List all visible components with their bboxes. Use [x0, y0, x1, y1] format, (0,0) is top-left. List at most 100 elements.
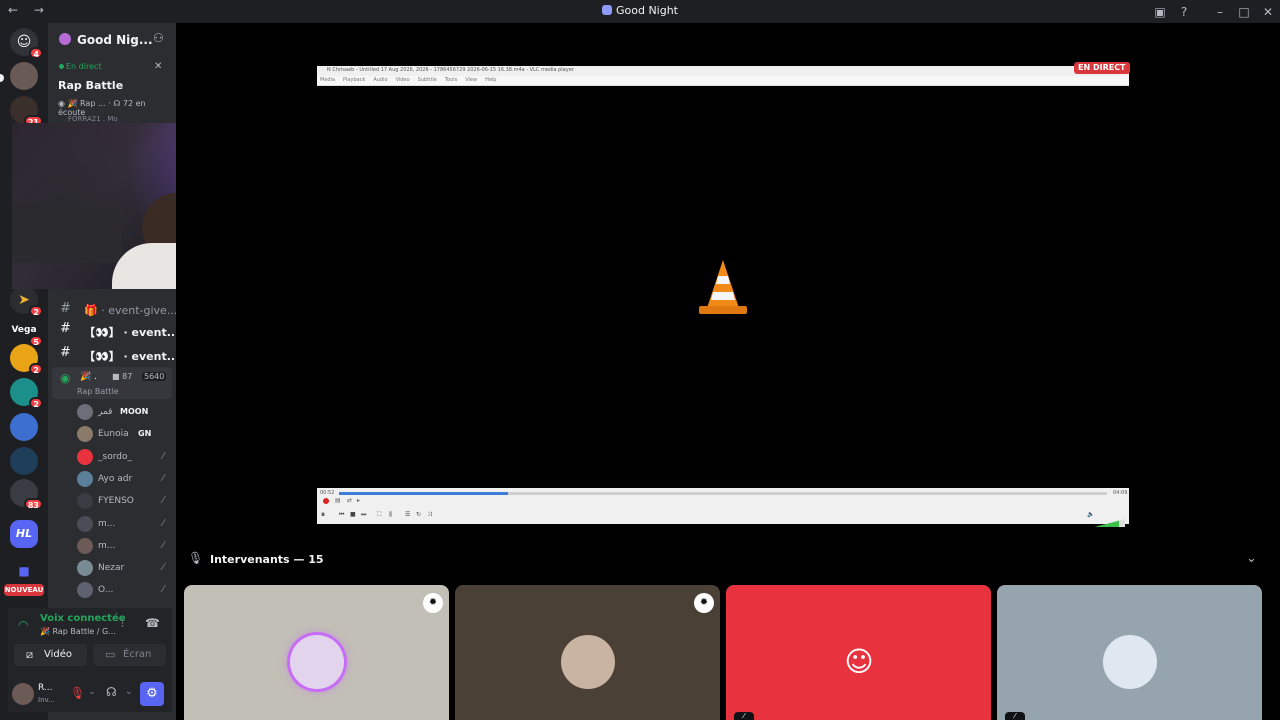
avatar	[77, 470, 93, 487]
unread-pill	[0, 74, 4, 82]
member-item[interactable]: Ayo adr ⁄	[77, 469, 174, 489]
guild-icon[interactable]	[10, 413, 38, 441]
stage-card[interactable]: En direct ✕ Rap Battle ◉ 🎉 Rap ... · ☊ 7…	[48, 55, 172, 125]
chevron-down-icon[interactable]: ⌄	[131, 31, 140, 44]
maximize-button[interactable]: □	[1232, 5, 1256, 19]
volume-slider[interactable]	[1095, 512, 1125, 527]
signal-icon[interactable]: ◠	[18, 618, 28, 632]
mic-muted-icon: ⁄	[162, 517, 164, 529]
mic-muted-icon[interactable]: 🎙	[70, 686, 85, 700]
loop-ab-icon[interactable]: ⇄	[347, 497, 352, 504]
vlc-menu-item[interactable]: Audio	[373, 77, 387, 83]
username: R...	[38, 683, 53, 693]
stage-title: Rap Battle	[58, 79, 124, 92]
settings-gear-icon[interactable]: ⚙	[140, 682, 164, 706]
speaker-tile[interactable]: ⁄	[997, 585, 1262, 720]
loop-icon[interactable]: ↻	[416, 511, 421, 518]
member-item[interactable]: قمر MOON	[77, 402, 174, 422]
hash-icon: #	[60, 321, 71, 336]
speaker-avatar	[1103, 635, 1157, 689]
member-item[interactable]: Eunoia GN	[77, 424, 174, 444]
pause-icon[interactable]: ⏸	[321, 510, 325, 520]
headphones-icon[interactable]: ☊	[106, 685, 117, 699]
next-icon[interactable]: ⏭	[361, 511, 366, 519]
volume-icon[interactable]: 🔈	[1087, 511, 1094, 518]
member-item[interactable]: O... ⁄	[77, 580, 174, 600]
chevron-down-icon[interactable]: ⌄	[125, 687, 133, 697]
guild-hl-icon[interactable]: HL	[10, 520, 38, 548]
guild-icon[interactable]: ➤ 2	[10, 286, 43, 317]
member-name: m...	[98, 518, 116, 529]
channel-item[interactable]: # 【👀】 · event...	[52, 319, 179, 341]
speaker-tile[interactable]: ✹	[455, 585, 720, 720]
guild-icon[interactable]: 2	[10, 344, 43, 375]
vlc-menu-item[interactable]: Subtitle	[418, 77, 437, 83]
chevron-down-icon[interactable]: ⌄	[88, 687, 96, 697]
guild-icon[interactable]	[10, 447, 38, 475]
video-button[interactable]: ⧄ Vidéo	[14, 644, 87, 666]
voice-status[interactable]: Voix connectée	[40, 613, 126, 624]
discord-home-icon[interactable]: ☺ 4	[10, 28, 43, 59]
fullscreen-icon[interactable]: ⛶	[377, 511, 381, 519]
channel-item[interactable]: # 🎁 · event-give...	[52, 299, 177, 321]
member-item[interactable]: m... ⁄	[77, 536, 174, 556]
speaker-tile[interactable]: ✹	[184, 585, 449, 720]
noise-suppression-icon[interactable]: ⫶	[121, 617, 124, 631]
server-header[interactable]: Good Nig... ⌄ ⚇	[48, 23, 176, 55]
new-badge[interactable]: NOUVEAU	[4, 584, 44, 596]
server-icon	[601, 5, 612, 15]
listener-count: 5640	[142, 372, 167, 381]
guild-vega-icon[interactable]: Vega 5	[10, 316, 43, 347]
vlc-menu-item[interactable]: Help	[485, 77, 496, 83]
member-item[interactable]: FYENSO ⁄	[77, 491, 174, 511]
mic-muted-icon: ⁄	[162, 562, 164, 574]
folder-icon[interactable]: ■	[10, 557, 38, 585]
vlc-controls: 00:52 04:09 ▤ ⇄ ▸ ⏸ ⏮ ■ ⏭ ⛶ ⫼ ☰ ↻ ⤨ 🔈	[317, 488, 1129, 527]
member-item[interactable]: _sordo_ ⁄	[77, 447, 174, 467]
frame-step-icon[interactable]: ▸	[357, 497, 360, 504]
mic-muted-icon: ⁄	[1005, 712, 1025, 720]
guild-icon[interactable]: 21	[10, 96, 43, 127]
shared-screen-vlc[interactable]: N Chrisaeb - Untitled 17 Aug 2026, 2026 …	[317, 66, 1129, 527]
snapshot-icon[interactable]: ▤	[335, 497, 341, 504]
member-item[interactable]: Nezar ⁄	[77, 558, 174, 578]
extended-settings-icon[interactable]: ⫼	[389, 511, 392, 519]
mic-muted-icon: ⁄	[734, 712, 754, 720]
speaker-tile[interactable]: ☺ ⁄	[726, 585, 991, 720]
channel-item[interactable]: # 【👀】 · event...	[52, 343, 179, 365]
minimize-button[interactable]: –	[1208, 5, 1232, 19]
vlc-menu-item[interactable]: Tools	[445, 77, 457, 83]
moderator-icon: ✹	[423, 593, 443, 613]
close-icon[interactable]: ✕	[154, 61, 162, 72]
chevron-down-icon[interactable]: ⌄	[1246, 551, 1257, 566]
guild-folder-icon[interactable]: 83	[10, 479, 43, 510]
inbox-icon[interactable]: ▣	[1148, 5, 1172, 19]
avatar[interactable]	[12, 683, 34, 705]
prev-icon[interactable]: ⏮	[339, 511, 344, 519]
stage-subtitle: Rap Battle	[77, 387, 119, 396]
speakers-header[interactable]: 🎙 Intervenants — 15 ⌄	[186, 550, 1262, 570]
guild-icon[interactable]	[10, 62, 38, 90]
member-name: FYENSO	[98, 496, 134, 507]
stage-channel[interactable]: ◉ 🎉 . ■ 87 5640 Rap Battle	[52, 367, 172, 399]
add-member-icon[interactable]: ⚇	[153, 31, 164, 45]
stage-under-text: FORRA21 . Mo	[68, 115, 118, 123]
guild-icon[interactable]: 2	[10, 378, 43, 409]
vlc-menu-item[interactable]: Media	[320, 77, 335, 83]
seek-bar[interactable]	[339, 492, 1107, 495]
stop-icon[interactable]: ■	[350, 511, 356, 518]
disconnect-icon[interactable]: ☎	[145, 616, 160, 630]
vlc-menu-item[interactable]: Video	[396, 77, 410, 83]
member-name: Nezar	[98, 563, 125, 574]
avatar	[77, 448, 93, 465]
close-button[interactable]: ✕	[1256, 5, 1280, 19]
screen-share-button[interactable]: ▭ Écran	[93, 644, 166, 666]
avatar	[77, 515, 93, 532]
record-icon[interactable]	[323, 498, 329, 504]
playlist-icon[interactable]: ☰	[405, 511, 410, 518]
vlc-menu-item[interactable]: View	[465, 77, 477, 83]
vlc-menu-item[interactable]: Playback	[343, 77, 365, 83]
member-item[interactable]: m... ⁄	[77, 514, 174, 534]
shuffle-icon[interactable]: ⤨	[427, 511, 432, 519]
help-icon[interactable]: ?	[1172, 5, 1196, 19]
